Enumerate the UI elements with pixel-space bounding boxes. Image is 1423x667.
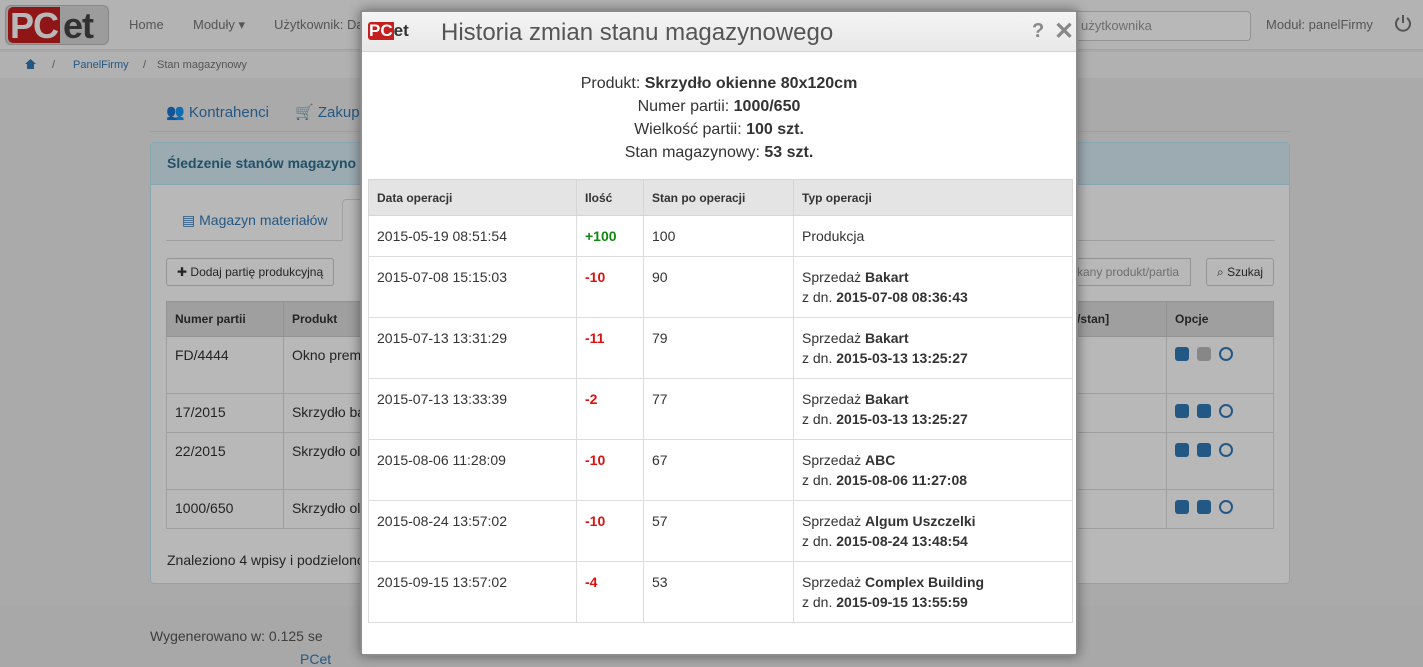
qty-cell: -11 xyxy=(576,317,644,379)
date-cell: 2015-08-24 13:57:02 xyxy=(368,500,577,562)
operation-type: Sprzedaż xyxy=(802,269,862,285)
modal-title: Historia zmian stanu magazynowego xyxy=(441,19,834,46)
batch-line: Numer partii: 1000/650 xyxy=(362,95,1076,118)
help-icon[interactable]: ? xyxy=(1032,20,1044,43)
client-name: Complex Building xyxy=(865,574,985,590)
history-table: Data operacji Ilość Stan po operacji Typ… xyxy=(368,179,1073,623)
stock-line: Stan magazynowy: 53 szt. xyxy=(362,141,1076,164)
since-label: z dn. xyxy=(802,472,833,488)
qty-cell: -10 xyxy=(576,256,644,318)
modal-header: PCet Historia zmian stanu magazynowego ?… xyxy=(362,12,1076,52)
qty-cell: +100 xyxy=(576,215,644,257)
date-cell: 2015-07-08 15:15:03 xyxy=(368,256,577,318)
history-header-row: Data operacji Ilość Stan po operacji Typ… xyxy=(368,179,1073,216)
since-label: z dn. xyxy=(802,289,833,305)
after-cell: 100 xyxy=(643,215,794,257)
qty-cell: -2 xyxy=(576,378,644,440)
modal-logo: PCet xyxy=(368,22,416,42)
since-label: z dn. xyxy=(802,411,833,427)
operation-type: Produkcja xyxy=(802,228,865,244)
batch-label: Numer partii: xyxy=(637,98,730,115)
operation-type: Sprzedaż xyxy=(802,574,862,590)
after-cell: 90 xyxy=(643,256,794,318)
operation-type: Sprzedaż xyxy=(802,330,862,346)
history-row: 2015-05-19 08:51:54 +100 100 Produkcja xyxy=(368,215,1073,257)
history-row: 2015-07-13 13:33:39 -2 77 Sprzedaż Bakart z … xyxy=(368,378,1073,440)
since-date: 2015-08-24 13:48:54 xyxy=(836,533,968,549)
client-name: Bakart xyxy=(865,269,909,285)
qty-cell: -10 xyxy=(576,439,644,501)
history-row: 2015-07-13 13:31:29 -11 79 Sprzedaż Bakart z… xyxy=(368,317,1073,379)
date-cell: 2015-07-13 13:33:39 xyxy=(368,378,577,440)
since-date: 2015-03-13 13:25:27 xyxy=(836,411,968,427)
since-date: 2015-08-06 11:27:08 xyxy=(836,472,968,488)
close-icon[interactable]: ✕ xyxy=(1054,17,1074,46)
product-line: Produkt: Skrzydło okienne 80x120cm xyxy=(362,72,1076,95)
date-cell: 2015-09-15 13:57:02 xyxy=(368,561,577,623)
operation-type: Sprzedaż xyxy=(802,452,862,468)
history-row: 2015-08-06 11:28:09 -10 67 Sprzedaż ABC z dn… xyxy=(368,439,1073,501)
since-date: 2015-09-15 13:55:59 xyxy=(836,594,968,610)
col-after: Stan po operacji xyxy=(643,179,794,216)
date-cell: 2015-05-19 08:51:54 xyxy=(368,215,577,257)
client-name: ABC xyxy=(865,452,896,468)
col-qty: Ilość xyxy=(576,179,644,216)
qty-cell: -4 xyxy=(576,561,644,623)
client-name: Algum Uszczelki xyxy=(865,513,976,529)
type-cell: Sprzedaż Complex Building z dn. 2015-09-1… xyxy=(793,561,1073,623)
product-label: Produkt: xyxy=(580,75,641,92)
client-name: Bakart xyxy=(865,391,909,407)
after-cell: 77 xyxy=(643,378,794,440)
operation-type: Sprzedaż xyxy=(802,391,862,407)
since-label: z dn. xyxy=(802,594,833,610)
size-value: 100 szt. xyxy=(746,121,804,138)
qty-cell: -10 xyxy=(576,500,644,562)
after-cell: 79 xyxy=(643,317,794,379)
operation-type: Sprzedaż xyxy=(802,513,862,529)
product-info: Produkt: Skrzydło okienne 80x120cm Numer… xyxy=(362,72,1076,164)
type-cell: Sprzedaż Bakart z dn. 2015-03-13 13:25:27 xyxy=(793,378,1073,440)
client-name: Bakart xyxy=(865,330,909,346)
history-row: 2015-08-24 13:57:02 -10 57 Sprzedaż Algum U… xyxy=(368,500,1073,562)
after-cell: 53 xyxy=(643,561,794,623)
modal-logo-et: et xyxy=(393,21,409,40)
modal-logo-pc: PC xyxy=(368,21,394,40)
history-row: 2015-07-08 15:15:03 -10 90 Sprzedaż Bakart z… xyxy=(368,256,1073,318)
after-cell: 67 xyxy=(643,439,794,501)
size-label: Wielkość partii: xyxy=(634,121,742,138)
type-cell: Sprzedaż ABC z dn. 2015-08-06 11:27:08 xyxy=(793,439,1073,501)
date-cell: 2015-08-06 11:28:09 xyxy=(368,439,577,501)
size-line: Wielkość partii: 100 szt. xyxy=(362,118,1076,141)
stock-label: Stan magazynowy: xyxy=(624,144,760,161)
since-label: z dn. xyxy=(802,350,833,366)
batch-value: 1000/650 xyxy=(733,98,801,115)
col-date: Data operacji xyxy=(368,179,577,216)
since-date: 2015-07-08 08:36:43 xyxy=(836,289,968,305)
type-cell: Sprzedaż Bakart z dn. 2015-07-08 08:36:43 xyxy=(793,256,1073,318)
type-cell: Produkcja xyxy=(793,215,1073,257)
date-cell: 2015-07-13 13:31:29 xyxy=(368,317,577,379)
history-body: 2015-05-19 08:51:54 +100 100 Produkcja 2015-… xyxy=(368,215,1073,623)
since-label: z dn. xyxy=(802,533,833,549)
after-cell: 57 xyxy=(643,500,794,562)
col-type: Typ operacji xyxy=(793,179,1073,216)
product-value: Skrzydło okienne 80x120cm xyxy=(644,75,858,92)
since-date: 2015-03-13 13:25:27 xyxy=(836,350,968,366)
stock-value: 53 szt. xyxy=(764,144,814,161)
type-cell: Sprzedaż Algum Uszczelki z dn. 2015-08-24… xyxy=(793,500,1073,562)
stock-history-modal: PCet Historia zmian stanu magazynowego ?… xyxy=(360,10,1078,656)
history-row: 2015-09-15 13:57:02 -4 53 Sprzedaż Complex … xyxy=(368,561,1073,623)
type-cell: Sprzedaż Bakart z dn. 2015-03-13 13:25:27 xyxy=(793,317,1073,379)
